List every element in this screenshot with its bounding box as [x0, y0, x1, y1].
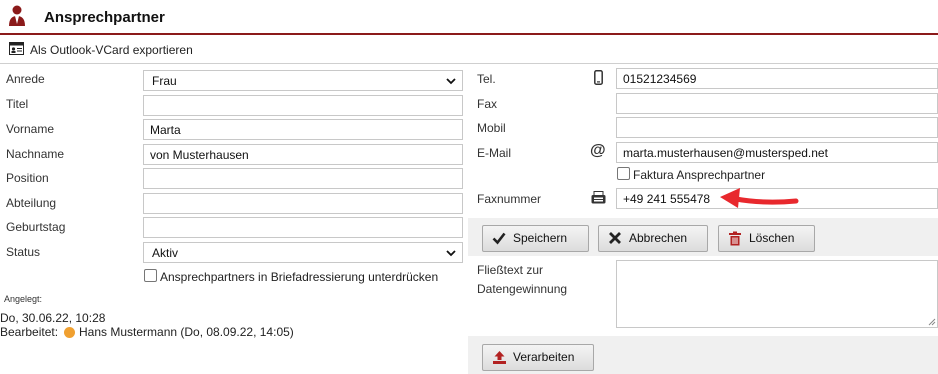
close-icon [609, 232, 621, 244]
vorname-field[interactable] [143, 119, 463, 140]
faxnummer-label: Faxnummer [477, 192, 542, 206]
abteilung-label: Abteilung [6, 196, 57, 210]
nachname-field[interactable] [143, 144, 463, 165]
email-label: E-Mail [477, 146, 512, 160]
user-avatar [64, 327, 75, 338]
geburtstag-field[interactable] [143, 217, 463, 238]
status-label: Status [6, 245, 41, 259]
checkmark-icon [492, 232, 506, 245]
save-button[interactable]: Speichern [482, 225, 589, 252]
page-title: Ansprechpartner [44, 9, 165, 26]
fliesstext-label-line2: Datengewinnung [477, 282, 568, 296]
email-field[interactable] [616, 142, 938, 163]
anrede-value: Frau [152, 74, 177, 88]
fax-label: Fax [477, 97, 498, 111]
position-field[interactable] [143, 168, 463, 189]
faktura-label: Faktura Ansprechpartner [633, 168, 766, 182]
tel-field[interactable] [616, 68, 938, 89]
tel-label: Tel. [477, 72, 496, 86]
cancel-button-label: Abbrechen [629, 231, 688, 245]
vcard-export-link[interactable]: Als Outlook-VCard exportieren [30, 43, 193, 57]
mobil-label: Mobil [477, 121, 506, 135]
vorname-label: Vorname [6, 122, 55, 136]
titel-label: Titel [6, 97, 29, 111]
trash-icon [729, 231, 741, 246]
chevron-down-icon [446, 250, 456, 257]
cancel-button[interactable]: Abbrechen [598, 225, 708, 252]
angelegt-value: Do, 30.06.22, 10:28 [0, 311, 106, 325]
annotation-arrow-icon [720, 188, 799, 208]
bearbeitet-value: Hans Mustermann (Do, 08.09.22, 14:05) [79, 325, 294, 339]
fax-field[interactable] [616, 93, 938, 114]
upload-icon [493, 351, 506, 364]
position-label: Position [6, 171, 49, 185]
resize-grip-icon[interactable] [928, 318, 936, 326]
toolbar: Als Outlook-VCard exportieren [0, 37, 938, 64]
geburtstag-label: Geburtstag [6, 220, 66, 234]
titel-field[interactable] [143, 95, 463, 116]
delete-button-label: Löschen [749, 231, 795, 245]
bearbeitet-label: Bearbeitet: [0, 325, 59, 339]
status-select[interactable]: Aktiv [143, 242, 463, 263]
page-header: Ansprechpartner [0, 0, 938, 35]
vcard-icon[interactable] [9, 42, 24, 55]
nachname-label: Nachname [6, 147, 65, 161]
brief-suppress-label: Ansprechpartners in Briefadressierung un… [160, 270, 439, 284]
person-icon [9, 5, 25, 26]
fliesstext-textarea[interactable] [616, 260, 938, 328]
fax-machine-icon [591, 191, 606, 204]
mobil-field[interactable] [616, 117, 938, 138]
save-button-label: Speichern [513, 231, 568, 245]
anrede-label: Anrede [6, 72, 45, 86]
mobile-phone-icon [594, 70, 603, 85]
angelegt-label: Angelegt: [4, 294, 43, 304]
anrede-select[interactable]: Frau [143, 70, 463, 91]
status-value: Aktiv [152, 246, 179, 260]
delete-button[interactable]: Löschen [718, 225, 815, 252]
process-button-label: Verarbeiten [513, 350, 575, 364]
process-button[interactable]: Verarbeiten [482, 344, 594, 371]
abteilung-field[interactable] [143, 193, 463, 214]
brief-suppress-checkbox[interactable] [144, 269, 157, 282]
at-sign-icon: @ [590, 142, 606, 159]
faktura-checkbox[interactable] [617, 167, 630, 180]
chevron-down-icon [446, 78, 456, 85]
fliesstext-label-line1: Fließtext zur [477, 263, 544, 277]
